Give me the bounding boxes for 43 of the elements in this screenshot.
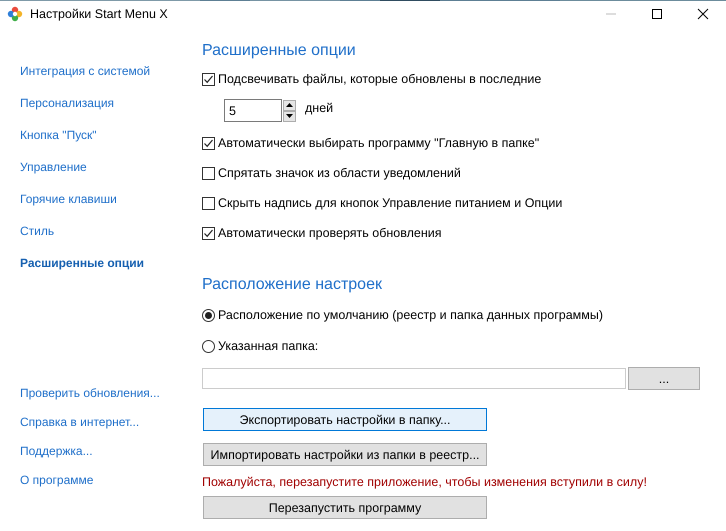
sidebar-link[interactable]: Справка в интернет... xyxy=(20,415,140,430)
checkbox-label: Скрыть надпись для кнопок Управление питанием и Опции xyxy=(218,195,562,211)
checkbox[interactable] xyxy=(202,72,215,86)
restart-notice: Пожалуйста, перезапустите приложение, чтобы изменения вступили в силу! xyxy=(202,475,647,489)
checkbox[interactable] xyxy=(202,196,215,210)
sidebar-link[interactable]: О программе xyxy=(20,473,94,488)
radio-label: Расположение по умолчанию (реестр и папка данных программы) xyxy=(218,307,603,323)
sidebar-item[interactable]: Персонализация xyxy=(20,96,114,111)
caret-up-icon xyxy=(286,103,293,107)
sidebar-item[interactable]: Стиль xyxy=(20,224,54,239)
caret-down-icon xyxy=(286,114,293,118)
checkbox[interactable] xyxy=(202,226,215,240)
radio-button[interactable] xyxy=(202,340,215,352)
spin-down-button[interactable] xyxy=(283,110,296,122)
checkbox-label: Спрятать значок из области уведомлений xyxy=(218,165,461,181)
spin-up-button[interactable] xyxy=(283,100,296,110)
section-heading: Расположение настроек xyxy=(202,275,382,295)
sidebar-item[interactable]: Расширенные опции xyxy=(20,256,144,271)
app-logo-icon xyxy=(7,6,23,22)
section-heading: Расширенные опции xyxy=(202,41,356,61)
window-title: Настройки Start Menu X xyxy=(30,7,168,21)
browse-button[interactable]: ... xyxy=(628,367,700,390)
action-button[interactable]: Экспортировать настройки в папку... xyxy=(203,408,487,431)
checkbox[interactable] xyxy=(202,136,215,150)
checkbox-label: Подсвечивать файлы, которые обновлены в последние xyxy=(218,71,542,87)
checkbox[interactable] xyxy=(202,166,215,180)
action-button[interactable]: Импортировать настройки из папки в реестр... xyxy=(203,443,487,466)
number-field[interactable]: 5 xyxy=(224,99,282,122)
maximize-icon xyxy=(651,8,663,20)
sidebar-item[interactable]: Управление xyxy=(20,160,87,175)
folder-field[interactable] xyxy=(202,368,626,389)
checkbox-label: Автоматически проверять обновления xyxy=(218,225,442,241)
sidebar-item[interactable]: Интеграция с системой xyxy=(20,64,150,79)
radio-label: Указанная папка: xyxy=(218,338,318,354)
sidebar-link[interactable]: Проверить обновления... xyxy=(20,386,160,401)
sidebar-link[interactable]: Поддержка... xyxy=(20,444,93,459)
sidebar-item[interactable]: Горячие клавиши xyxy=(20,192,117,207)
radio-button[interactable] xyxy=(202,308,215,322)
unit-label: дней xyxy=(305,100,334,114)
checkbox-label: Автоматически выбирать программу "Главную в папке" xyxy=(218,135,540,151)
sidebar-item[interactable]: Кнопка "Пуск" xyxy=(20,128,97,143)
restart-button[interactable]: Перезапустить программу xyxy=(203,496,487,519)
close-icon xyxy=(697,8,709,20)
